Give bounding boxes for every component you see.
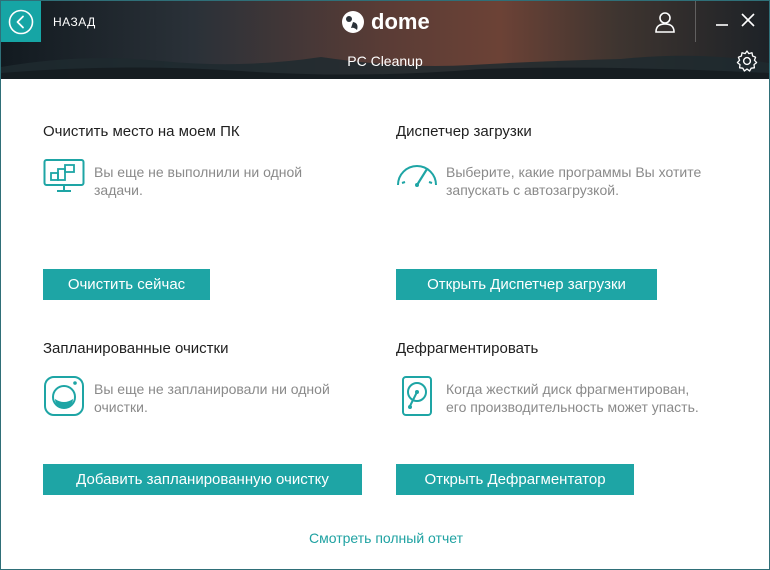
hard-disk-icon <box>402 376 432 416</box>
gear-icon[interactable] <box>735 49 759 73</box>
app-window: НАЗАД dome PC Cleanup Очистить место на … <box>0 0 770 570</box>
cleanup-desc-line1: Вы еще не выполнили ни одной <box>94 164 303 180</box>
startup-desc-line2: запускать с автозагрузкой. <box>446 182 619 198</box>
chevron-left-circle-icon <box>8 9 34 34</box>
dome-logo: dome <box>341 9 430 35</box>
cleanup-desc-line2: задачи. <box>94 182 143 198</box>
scheduled-desc-line2: очистки. <box>94 399 148 415</box>
user-icon[interactable] <box>653 10 677 34</box>
header-divider <box>695 1 696 42</box>
scheduled-description: Вы еще не запланировали ни одной очистки… <box>94 380 330 416</box>
panda-logo-icon <box>342 11 364 33</box>
startup-description: Выберите, какие программы Вы хотите запу… <box>446 163 701 199</box>
defrag-description: Когда жесткий диск фрагментирован, его п… <box>446 380 699 416</box>
add-scheduled-cleanup-button[interactable]: Добавить запланированную очистку <box>43 464 362 495</box>
header-banner: НАЗАД dome PC Cleanup <box>1 1 769 79</box>
cleanup-description: Вы еще не выполнили ни одной задачи. <box>94 163 302 199</box>
defrag-title: Дефрагментировать <box>396 340 539 357</box>
defrag-desc-line2: его производительность может упасть. <box>446 399 699 415</box>
back-label[interactable]: НАЗАД <box>53 15 96 29</box>
washing-machine-icon <box>44 376 84 416</box>
open-startup-manager-button[interactable]: Открыть Диспетчер загрузки <box>396 269 657 300</box>
defrag-desc-line1: Когда жесткий диск фрагментирован, <box>446 381 690 397</box>
logo-text: dome <box>371 9 430 34</box>
close-icon[interactable] <box>739 11 757 29</box>
back-button[interactable] <box>1 1 41 42</box>
minimize-icon[interactable] <box>713 11 731 29</box>
scheduled-title: Запланированные очистки <box>43 340 229 357</box>
startup-desc-line1: Выберите, какие программы Вы хотите <box>446 164 702 180</box>
full-report-link[interactable]: Смотреть полный отчет <box>1 530 770 546</box>
monitor-chart-icon <box>43 159 85 192</box>
speedometer-icon <box>397 165 437 187</box>
cleanup-title: Очистить место на моем ПК <box>43 123 240 140</box>
clean-now-button[interactable]: Очистить сейчас <box>43 269 210 300</box>
scheduled-desc-line1: Вы еще не запланировали ни одной <box>94 381 330 397</box>
page-title: PC Cleanup <box>347 53 423 69</box>
open-defragmenter-button[interactable]: Открыть Дефрагментатор <box>396 464 634 495</box>
startup-title: Диспетчер загрузки <box>396 123 532 140</box>
